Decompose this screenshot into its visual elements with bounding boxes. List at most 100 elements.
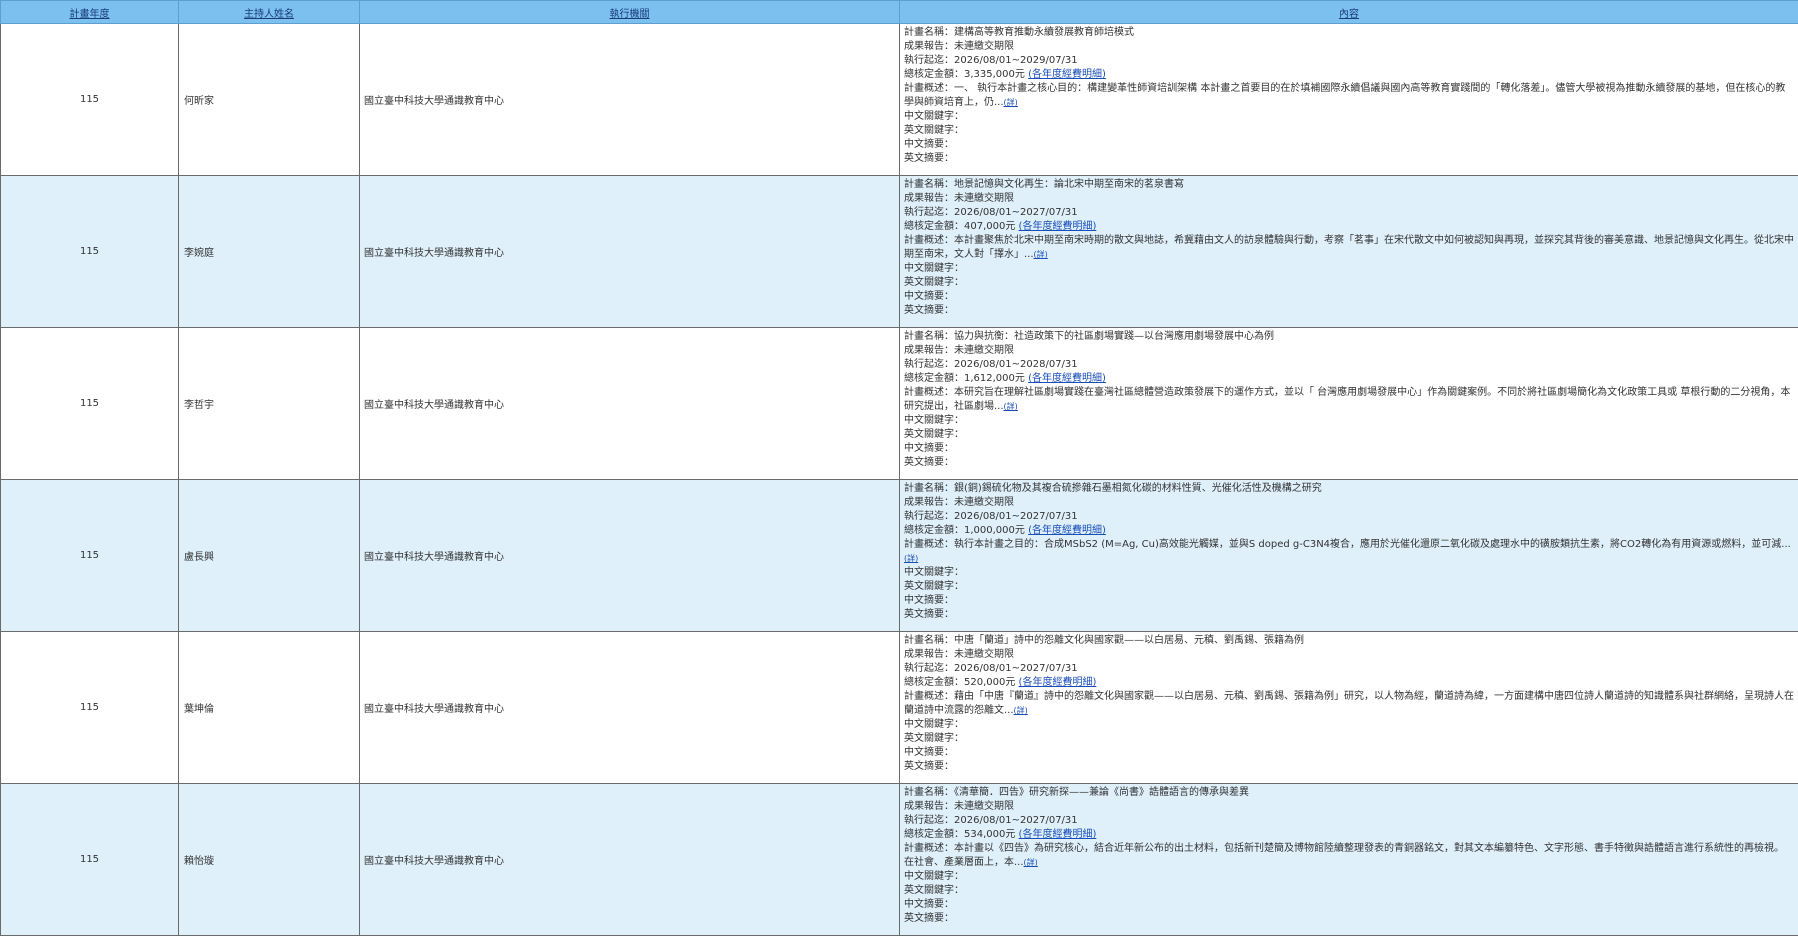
kw-zh-line: 中文關鍵字： [904, 262, 1795, 276]
amount-line: 總核定金額：520,000元 (各年度經費明細) [904, 676, 1795, 690]
plan-name-line: 計畫名稱：建構高等教育推動永續發展教育師培模式 [904, 26, 1795, 40]
period-label: 執行起迄： [904, 55, 954, 66]
report-line: 成果報告：未連繳交期限 [904, 344, 1795, 358]
cell-year: 115 [1, 328, 179, 480]
amount-value: 520,000元 [964, 677, 1015, 688]
amount-line: 總核定金額：1,000,000元 (各年度經費明細) [904, 524, 1795, 538]
kw-zh-label: 中文關鍵字： [904, 719, 964, 730]
kw-en-label: 英文關鍵字： [904, 277, 964, 288]
cell-year: 115 [1, 176, 179, 328]
amount-label: 總核定金額： [904, 221, 964, 232]
budget-detail-link[interactable]: (各年度經費明細) [1019, 221, 1097, 232]
sort-content-link[interactable]: 內容 [1339, 9, 1359, 20]
table-row: 115 李哲宇 國立臺中科技大學通識教育中心 計畫名稱：協力與抗衡：社造政策下的… [1, 328, 1798, 480]
year-value: 115 [80, 854, 99, 865]
report-value: 未連繳交期限 [954, 193, 1014, 204]
summary-more-link[interactable]: (詳) [904, 554, 918, 563]
plan-name-value: 中唐「蘭道」詩中的怨離文化與國家觀——以白居易、元稹、劉禹錫、張籍為例 [954, 635, 1304, 646]
pi-name: 賴怡璇 [184, 856, 214, 867]
summary-label: 計畫概述： [904, 235, 954, 246]
kw-zh-line: 中文關鍵字： [904, 870, 1795, 884]
agency-name: 國立臺中科技大學通識教育中心 [364, 248, 504, 259]
summary-more-link[interactable]: (詳) [1014, 706, 1028, 715]
kw-en-label: 英文關鍵字： [904, 885, 964, 896]
abs-zh-line: 中文摘要： [904, 290, 1795, 304]
year-value: 115 [80, 246, 99, 257]
kw-en-label: 英文關鍵字： [904, 581, 964, 592]
summary-more-link[interactable]: (詳) [1004, 402, 1018, 411]
summary-label: 計畫概述： [904, 691, 954, 702]
sort-year-link[interactable]: 計畫年度 [70, 9, 110, 20]
abs-en-line: 英文摘要： [904, 152, 1795, 166]
pi-name: 葉坤倫 [184, 704, 214, 715]
period-line: 執行起迄：2026/08/01~2027/07/31 [904, 510, 1795, 524]
plan-name-label: 計畫名稱： [904, 635, 954, 646]
report-value: 未連繳交期限 [954, 497, 1014, 508]
period-value: 2026/08/01~2027/07/31 [954, 511, 1078, 522]
period-label: 執行起迄： [904, 815, 954, 826]
kw-en-line: 英文關鍵字： [904, 124, 1795, 138]
budget-detail-link[interactable]: (各年度經費明細) [1028, 69, 1106, 80]
sort-pi-link[interactable]: 主持人姓名 [244, 9, 294, 20]
period-line: 執行起迄：2026/08/01~2028/07/31 [904, 358, 1795, 372]
report-value: 未連繳交期限 [954, 801, 1014, 812]
kw-en-label: 英文關鍵字： [904, 733, 964, 744]
cell-year: 115 [1, 632, 179, 784]
report-label: 成果報告： [904, 801, 954, 812]
header-content: 內容 [900, 1, 1798, 24]
table-row: 115 何昕家 國立臺中科技大學通識教育中心 計畫名稱：建構高等教育推動永續發展… [1, 24, 1798, 176]
plan-name-value: 協力與抗衡：社造政策下的社區劇場實踐—以台灣應用劇場發展中心為例 [954, 331, 1274, 342]
amount-line: 總核定金額：3,335,000元 (各年度經費明細) [904, 68, 1795, 82]
plan-name-line: 計畫名稱：地景記憶與文化再生：論北宋中期至南宋的茗泉書寫 [904, 178, 1795, 192]
sort-agency-link[interactable]: 執行機關 [610, 9, 650, 20]
cell-agency: 國立臺中科技大學通識教育中心 [360, 24, 900, 176]
cell-agency: 國立臺中科技大學通識教育中心 [360, 328, 900, 480]
year-value: 115 [80, 398, 99, 409]
summary-label: 計畫概述： [904, 387, 954, 398]
kw-en-line: 英文關鍵字： [904, 580, 1795, 594]
abs-zh-line: 中文摘要： [904, 442, 1795, 456]
table-row: 115 李婉庭 國立臺中科技大學通識教育中心 計畫名稱：地景記憶與文化再生：論北… [1, 176, 1798, 328]
abs-zh-label: 中文摘要： [904, 595, 954, 606]
amount-value: 407,000元 [964, 221, 1015, 232]
abs-en-line: 英文摘要： [904, 912, 1795, 926]
period-value: 2026/08/01~2028/07/31 [954, 359, 1078, 370]
cell-year: 115 [1, 480, 179, 632]
cell-content: 計畫名稱：協力與抗衡：社造政策下的社區劇場實踐—以台灣應用劇場發展中心為例 成果… [900, 328, 1798, 480]
budget-detail-link[interactable]: (各年度經費明細) [1019, 677, 1097, 688]
summary-more-link[interactable]: (詳) [1024, 858, 1038, 867]
budget-detail-link[interactable]: (各年度經費明細) [1028, 525, 1106, 536]
period-label: 執行起迄： [904, 663, 954, 674]
summary-line: 計畫概述：一、 執行本計畫之核心目的：構建變革性師資培訓架構 本計畫之首要目的在… [904, 82, 1795, 110]
abs-en-label: 英文摘要： [904, 305, 954, 316]
amount-label: 總核定金額： [904, 829, 964, 840]
plan-name-line: 計畫名稱：《清華簡．四告》研究新探——兼論《尚書》誥體語言的傳承與差異 [904, 786, 1795, 800]
abs-zh-label: 中文摘要： [904, 747, 954, 758]
kw-en-line: 英文關鍵字： [904, 276, 1795, 290]
summary-line: 計畫概述：本計畫聚焦於北宋中期至南宋時期的散文與地誌，希冀藉由文人的訪泉體驗與行… [904, 234, 1795, 262]
report-line: 成果報告：未連繳交期限 [904, 40, 1795, 54]
summary-more-link[interactable]: (詳) [1004, 98, 1018, 107]
summary-line: 計畫概述：執行本計畫之目的：合成MSbS2 (M=Ag, Cu)高效能光觸媒，並… [904, 538, 1795, 566]
summary-line: 計畫概述：本研究旨在理解社區劇場實踐在臺灣社區總體營造政策發展下的運作方式，並以… [904, 386, 1795, 414]
summary-label: 計畫概述： [904, 539, 954, 550]
budget-detail-link[interactable]: (各年度經費明細) [1019, 829, 1097, 840]
agency-name: 國立臺中科技大學通識教育中心 [364, 400, 504, 411]
cell-year: 115 [1, 784, 179, 936]
plan-name-label: 計畫名稱： [904, 787, 954, 798]
report-label: 成果報告： [904, 649, 954, 660]
kw-en-line: 英文關鍵字： [904, 732, 1795, 746]
table-row: 115 盧長興 國立臺中科技大學通識教育中心 計畫名稱：銀(銅)錫硫化物及其複合… [1, 480, 1798, 632]
kw-zh-line: 中文關鍵字： [904, 718, 1795, 732]
cell-pi: 李婉庭 [179, 176, 360, 328]
period-line: 執行起迄：2026/08/01~2027/07/31 [904, 662, 1795, 676]
kw-zh-line: 中文關鍵字： [904, 414, 1795, 428]
report-value: 未連繳交期限 [954, 41, 1014, 52]
summary-more-link[interactable]: (詳) [1034, 250, 1048, 259]
abs-en-line: 英文摘要： [904, 760, 1795, 774]
budget-detail-link[interactable]: (各年度經費明細) [1028, 373, 1106, 384]
amount-line: 總核定金額：534,000元 (各年度經費明細) [904, 828, 1795, 842]
year-value: 115 [80, 550, 99, 561]
report-line: 成果報告：未連繳交期限 [904, 192, 1795, 206]
report-label: 成果報告： [904, 345, 954, 356]
